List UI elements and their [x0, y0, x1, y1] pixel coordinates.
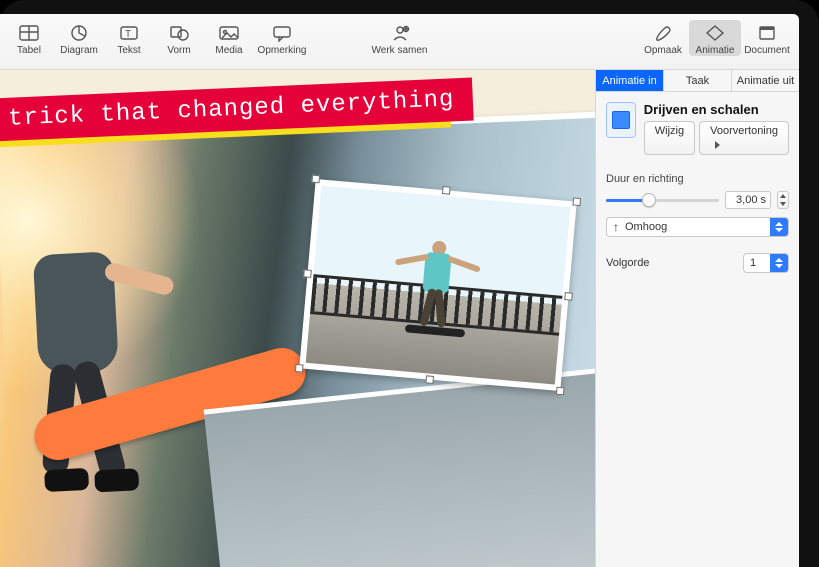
arrow-up-icon: ↑	[613, 220, 619, 234]
toolbar: Tabel Diagram T Tekst Vorm Media	[0, 14, 799, 70]
toolbar-comment-button[interactable]: Opmerking	[254, 20, 310, 56]
diamond-icon	[689, 22, 741, 44]
order-value: 1	[750, 257, 756, 269]
tab-animation-in[interactable]: Animatie in	[596, 70, 664, 91]
toolbar-table-button[interactable]: Tabel	[4, 20, 54, 56]
toolbar-chart-label: Diagram	[54, 45, 104, 56]
order-row: Volgorde 1	[596, 247, 799, 279]
resize-handle-nw[interactable]	[311, 175, 320, 184]
toolbar-shape-label: Vorm	[154, 45, 204, 56]
resize-handle-s[interactable]	[425, 375, 434, 384]
app-screen: Tabel Diagram T Tekst Vorm Media	[0, 14, 799, 567]
effect-header: Drijven en schalen Wijzig Voorvertoning	[596, 92, 799, 163]
toolbar-animate-button[interactable]: Animatie	[689, 20, 741, 56]
toolbar-left-group: Tabel Diagram T Tekst Vorm Media	[0, 14, 314, 56]
collaborate-icon	[372, 22, 428, 44]
toolbar-text-button[interactable]: T Tekst	[104, 20, 154, 56]
table-icon	[4, 22, 54, 44]
media-icon	[204, 22, 254, 44]
text-icon: T	[104, 22, 154, 44]
comment-icon	[254, 22, 310, 44]
inspector-panel: Animatie in Taak Animatie uit Drijven en…	[595, 70, 799, 567]
toolbar-collaborate-label: Werk samen	[372, 45, 428, 56]
duration-direction-label: Duur en richting	[596, 163, 799, 189]
toolbar-document-button[interactable]: Document	[741, 20, 793, 56]
toolbar-media-label: Media	[204, 45, 254, 56]
duration-stepper[interactable]	[777, 191, 789, 209]
toolbar-format-button[interactable]: Opmaak	[637, 20, 689, 56]
toolbar-animate-label: Animatie	[689, 45, 741, 56]
resize-handle-n[interactable]	[442, 186, 451, 195]
device-frame: Tabel Diagram T Tekst Vorm Media	[0, 0, 819, 567]
dropdown-arrows-icon	[770, 218, 788, 236]
brush-icon	[637, 22, 689, 44]
animation-tab-bar: Animatie in Taak Animatie uit	[596, 70, 799, 92]
resize-handle-se[interactable]	[556, 387, 565, 396]
selected-image[interactable]	[299, 179, 577, 391]
tab-action[interactable]: Taak	[664, 70, 732, 91]
resize-handle-e[interactable]	[564, 292, 573, 301]
duration-row: 3,00 s	[596, 189, 799, 217]
order-select[interactable]: 1	[743, 253, 789, 273]
direction-select[interactable]: ↑ Omhoog	[606, 217, 789, 237]
effect-name: Drijven en schalen	[644, 102, 789, 117]
slide-canvas[interactable]: trick that changed everything trick that…	[0, 70, 595, 567]
toolbar-chart-button[interactable]: Diagram	[54, 20, 104, 56]
preview-button[interactable]: Voorvertoning	[699, 121, 789, 155]
inset-photo	[306, 185, 571, 384]
tab-animation-out[interactable]: Animatie uit	[732, 70, 799, 91]
toolbar-text-label: Tekst	[104, 45, 154, 56]
effect-thumbnail	[606, 102, 636, 138]
toolbar-media-button[interactable]: Media	[204, 20, 254, 56]
resize-handle-ne[interactable]	[572, 197, 581, 206]
dropdown-arrows-icon	[770, 254, 788, 272]
chart-icon	[54, 22, 104, 44]
toolbar-shape-button[interactable]: Vorm	[154, 20, 204, 56]
toolbar-table-label: Tabel	[4, 45, 54, 56]
toolbar-document-label: Document	[741, 45, 793, 56]
document-icon	[741, 22, 793, 44]
toolbar-format-label: Opmaak	[637, 45, 689, 56]
change-effect-button[interactable]: Wijzig	[644, 121, 695, 155]
duration-slider[interactable]	[606, 199, 719, 202]
direction-value: Omhoog	[625, 221, 667, 233]
duration-field[interactable]: 3,00 s	[725, 191, 771, 209]
order-label: Volgorde	[606, 257, 649, 269]
resize-handle-sw[interactable]	[295, 364, 304, 373]
slider-knob[interactable]	[642, 193, 656, 207]
shape-icon	[154, 22, 204, 44]
toolbar-collaborate-button[interactable]: Werk samen	[372, 20, 428, 56]
resize-handle-w[interactable]	[303, 269, 312, 278]
svg-text:T: T	[125, 29, 131, 40]
toolbar-comment-label: Opmerking	[254, 45, 310, 56]
